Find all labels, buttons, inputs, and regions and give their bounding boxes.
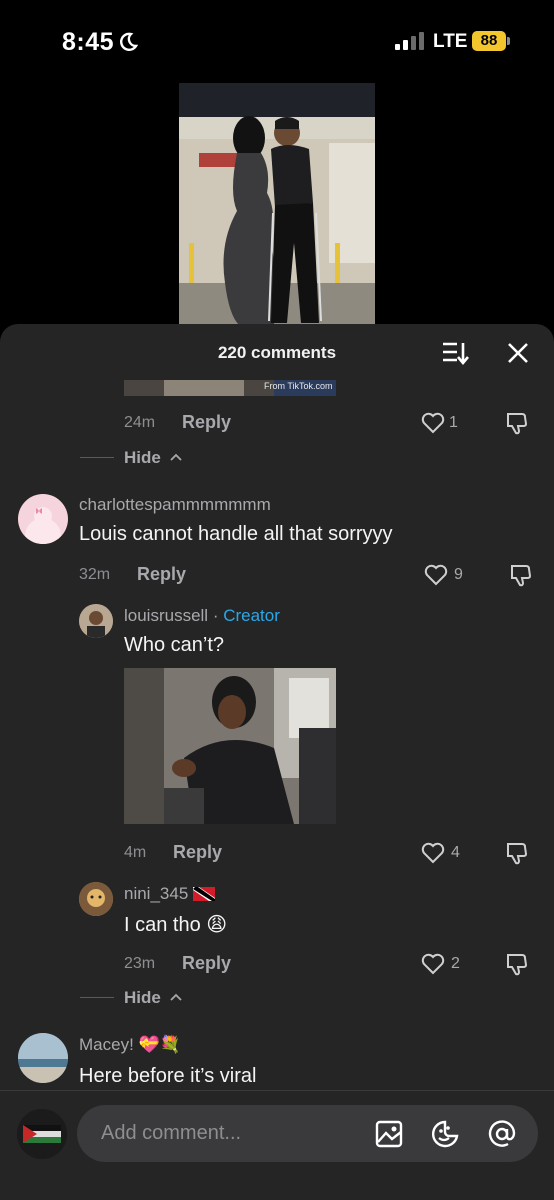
image-icon[interactable] <box>374 1119 404 1149</box>
battery-tip <box>507 37 510 45</box>
avatar[interactable] <box>79 882 113 916</box>
comments-sheet: 220 comments From TikTok.com 24m Reply 1… <box>0 324 554 1200</box>
comment-time: 24m <box>124 414 156 431</box>
chevron-up-icon <box>170 993 182 1001</box>
dislike-icon[interactable] <box>508 562 534 588</box>
battery-indicator: 88 <box>472 31 506 51</box>
divider-line <box>80 997 114 998</box>
at-icon[interactable] <box>487 1119 517 1149</box>
like-count: 2 <box>451 955 460 972</box>
status-time: 8:45 <box>62 28 115 56</box>
comment-username[interactable]: Macey! 💝💐 <box>79 1035 181 1055</box>
comment-username[interactable]: nini_345 <box>124 884 216 904</box>
dislike-icon[interactable] <box>504 951 530 977</box>
comments-list: From TikTok.com 24m Reply 1 Hide charlot <box>0 380 554 1090</box>
close-icon[interactable] <box>504 339 532 367</box>
hide-label: Hide <box>124 988 161 1007</box>
comment-input[interactable]: Add comment... <box>77 1105 538 1162</box>
comment-text: Here before it’s viral <box>79 1065 257 1087</box>
comment-username[interactable]: louisrussell · Creator <box>124 606 280 626</box>
divider-line <box>80 457 114 458</box>
reply-gif[interactable] <box>124 668 336 824</box>
comment-input-bar: Add comment... <box>0 1090 554 1200</box>
heart-icon[interactable] <box>420 841 446 865</box>
reply-image-partial[interactable]: From TikTok.com <box>124 380 336 396</box>
beach-avatar-image <box>18 1033 68 1083</box>
avatar[interactable] <box>18 1033 68 1083</box>
like-count: 1 <box>449 414 458 431</box>
comment-time: 23m <box>124 955 156 972</box>
comment-text: I can tho 😩 <box>124 914 228 936</box>
avatar[interactable] <box>79 604 113 638</box>
gif-scene <box>124 668 336 824</box>
reply-button[interactable]: Reply <box>182 953 231 974</box>
heart-icon[interactable] <box>420 411 446 435</box>
like-count: 4 <box>451 844 460 861</box>
video-scene <box>179 83 375 325</box>
tiktok-watermark: From TikTok.com <box>264 381 333 391</box>
weary-emoji: 😩 <box>206 914 228 936</box>
comments-header: 220 comments <box>0 324 554 380</box>
creator-badge: Creator <box>223 606 280 625</box>
reply-button[interactable]: Reply <box>173 842 222 863</box>
dislike-icon[interactable] <box>504 410 530 436</box>
bunny-avatar-image <box>25 507 61 544</box>
comment-time: 4m <box>124 844 147 861</box>
hide-label: Hide <box>124 448 161 467</box>
hide-replies-button[interactable]: Hide <box>80 988 200 1008</box>
video-preview[interactable] <box>179 83 375 325</box>
comment-username[interactable]: charlottespammmmmmm <box>79 495 271 515</box>
hide-replies-button[interactable]: Hide <box>80 448 200 468</box>
heart-icon[interactable] <box>423 563 449 587</box>
my-avatar[interactable] <box>17 1109 67 1159</box>
comment-input-placeholder: Add comment... <box>101 1122 242 1144</box>
heart-icon[interactable] <box>420 952 446 976</box>
comment-time: 32m <box>79 566 111 583</box>
network-type: LTE <box>433 31 468 52</box>
comment-text: Who can’t? <box>124 634 225 656</box>
avatar[interactable] <box>18 494 68 544</box>
flag-avatar-image <box>17 1109 67 1159</box>
signal-icon <box>395 32 424 50</box>
flag-icon <box>193 887 216 901</box>
status-bar: 8:45 LTE 88 <box>0 0 554 84</box>
comment-text: Louis cannot handle all that sorryyy <box>79 523 393 545</box>
reply-button[interactable]: Reply <box>137 564 186 585</box>
emoji-icon[interactable] <box>430 1119 460 1149</box>
dislike-icon[interactable] <box>504 840 530 866</box>
creator-avatar-image <box>79 604 113 638</box>
reply-button[interactable]: Reply <box>182 412 231 433</box>
gift-heart-bouquet-emoji: 💝💐 <box>138 1035 181 1054</box>
chevron-up-icon <box>170 453 182 461</box>
moon-icon <box>120 32 138 51</box>
nini-avatar-image <box>79 882 113 916</box>
comment-count: 220 comments <box>217 343 337 362</box>
sort-icon[interactable] <box>441 340 469 366</box>
like-count: 9 <box>454 566 463 583</box>
